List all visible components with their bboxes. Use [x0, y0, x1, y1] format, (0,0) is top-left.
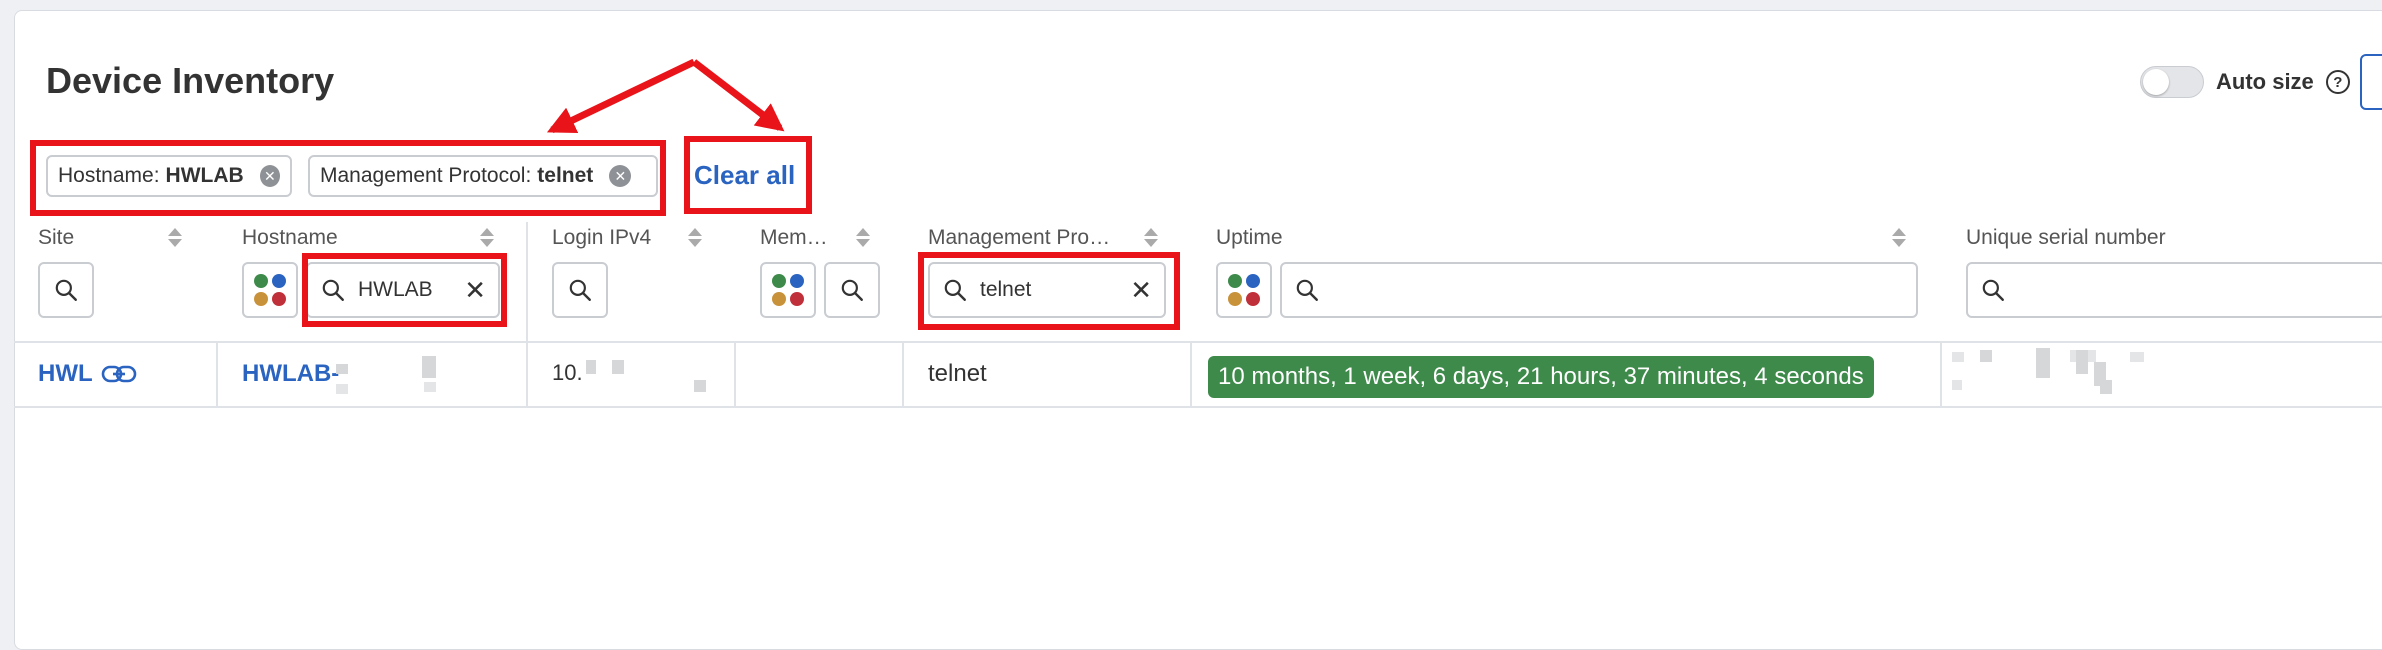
arrow-to-filter-chips — [546, 58, 696, 134]
arrow-to-clear-all — [691, 59, 785, 132]
annotation-arrows — [546, 58, 785, 134]
